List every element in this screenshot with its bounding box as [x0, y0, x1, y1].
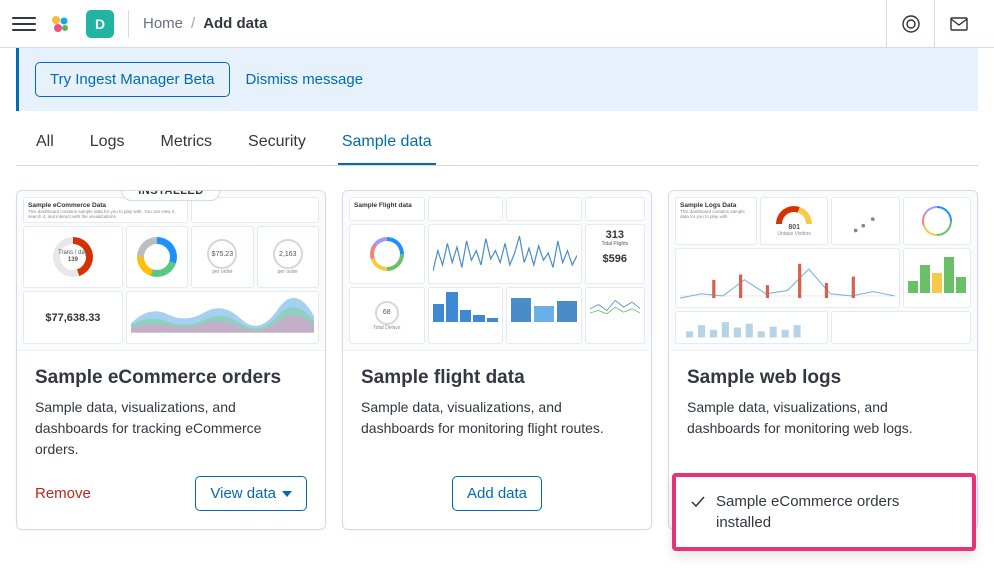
ingest-manager-callout: Try Ingest Manager Beta Dismiss message [16, 48, 978, 111]
card-flight: Sample Flight data 313 Total Flights $59… [342, 190, 652, 530]
remove-button[interactable]: Remove [35, 485, 91, 502]
installed-pill: INSTALLED [121, 190, 220, 201]
tab-logs[interactable]: Logs [86, 133, 129, 165]
elastic-logo-icon[interactable] [48, 12, 72, 36]
flights-count: 313 [590, 229, 640, 241]
app-header: D Home / Add data [0, 0, 994, 48]
delays-sub: Total Delays [354, 325, 420, 331]
breadcrumb: Home / Add data [143, 15, 267, 32]
divider [128, 10, 129, 38]
price-value: $596 [590, 253, 640, 265]
preview-weblogs: Sample Logs Data This dashboard contains… [669, 191, 977, 351]
try-ingest-button[interactable]: Try Ingest Manager Beta [35, 62, 230, 97]
breadcrumb-home[interactable]: Home [143, 15, 183, 32]
card-title: Sample eCommerce orders [35, 367, 307, 389]
card-description: Sample data, visualizations, and dashboa… [35, 397, 307, 460]
stat-sub: per order [196, 269, 248, 275]
delays-val: 68 [383, 309, 391, 316]
card-description: Sample data, visualizations, and dashboa… [687, 397, 959, 439]
stat-val: $75.23 [212, 251, 233, 258]
breadcrumb-current: Add data [203, 15, 267, 32]
breadcrumb-separator: / [191, 15, 195, 32]
view-data-button[interactable]: View data [195, 476, 307, 511]
revenue-value: $77,638.33 [45, 312, 100, 324]
card-title: Sample flight data [361, 367, 633, 389]
preview-flight: Sample Flight data 313 Total Flights $59… [343, 191, 651, 351]
data-tabs: All Logs Metrics Security Sample data [16, 111, 978, 166]
card-description: Sample data, visualizations, and dashboa… [361, 397, 633, 439]
gauge-value: 801 [765, 224, 823, 231]
preview-title: Sample Logs Data [680, 202, 752, 209]
gauge-label: Unique Visitors [765, 231, 823, 237]
tab-metrics[interactable]: Metrics [156, 133, 216, 165]
dismiss-message-button[interactable]: Dismiss message [246, 71, 364, 88]
chevron-down-icon [282, 491, 292, 497]
install-success-toast: Sample eCommerce orders installed [672, 473, 976, 551]
menu-toggle-icon[interactable] [12, 12, 36, 36]
card-title: Sample web logs [687, 367, 959, 389]
stat-value: 139 [68, 257, 78, 263]
stat-label: Trans / day [58, 250, 88, 256]
toast-message: Sample eCommerce orders installed [716, 491, 934, 533]
preview-title: Sample eCommerce Data [28, 202, 183, 209]
stat-val2: 2,163 [279, 251, 297, 258]
header-actions [886, 0, 982, 48]
add-data-button[interactable]: Add data [452, 476, 542, 511]
preview-title: Sample Flight data [354, 202, 420, 209]
space-selector[interactable]: D [86, 10, 114, 38]
mail-icon[interactable] [934, 0, 982, 48]
tab-security[interactable]: Security [244, 133, 310, 165]
preview-ecommerce: Sample eCommerce Data This dashboard con… [17, 191, 325, 351]
check-icon [690, 494, 706, 510]
flights-label: Total Flights [590, 241, 640, 247]
tab-all[interactable]: All [32, 133, 58, 165]
card-ecommerce: INSTALLED Sample eCommerce Data This das… [16, 190, 326, 530]
newsfeed-icon[interactable] [886, 0, 934, 48]
tab-sample-data[interactable]: Sample data [338, 133, 436, 165]
view-data-label: View data [210, 485, 276, 502]
stat-sub2: per order [262, 269, 314, 275]
